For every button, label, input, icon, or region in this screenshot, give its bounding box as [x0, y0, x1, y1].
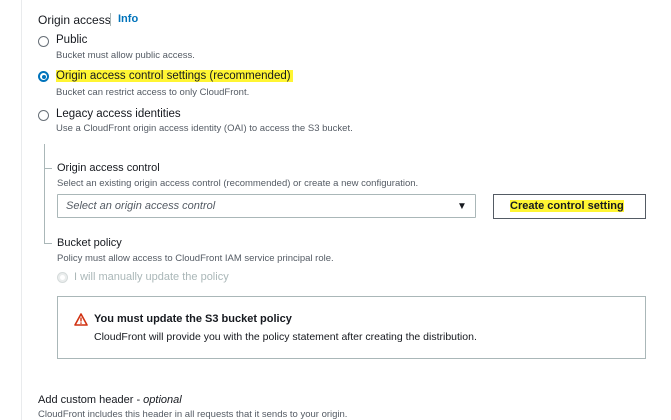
origin-access-control-select[interactable]: Select an origin access control ▼ — [57, 194, 476, 218]
radio-legacy-identities[interactable] — [38, 110, 49, 121]
custom-header-separator: - — [133, 394, 144, 406]
bucket-policy-description: Policy must allow access to CloudFront I… — [57, 253, 334, 264]
option-public-label[interactable]: Public — [56, 34, 87, 46]
manual-update-policy-label: I will manually update the policy — [74, 271, 229, 283]
info-link[interactable]: Info — [118, 13, 138, 25]
custom-header-optional: optional — [143, 394, 182, 406]
option-legacy-label[interactable]: Legacy access identities — [56, 108, 181, 120]
custom-header-title: Add custom header - optional — [38, 394, 182, 406]
tree-connector-bucket-policy — [44, 243, 52, 244]
alert-title: You must update the S3 bucket policy — [94, 313, 292, 325]
origin-access-control-label: Origin access control — [57, 162, 160, 174]
option-oac-label[interactable]: Origin access control settings (recommen… — [56, 70, 293, 82]
origin-access-control-description: Select an existing origin access control… — [57, 178, 419, 189]
custom-header-description: CloudFront includes this header in all r… — [38, 409, 348, 420]
alert-body: CloudFront will provide you with the pol… — [94, 331, 477, 343]
option-legacy-description: Use a CloudFront origin access identity … — [56, 123, 353, 134]
option-public-description: Bucket must allow public access. — [56, 50, 195, 61]
create-control-setting-label: Create control setting — [510, 200, 624, 212]
info-separator — [110, 13, 111, 26]
radio-origin-access-control[interactable] — [38, 71, 49, 82]
tree-connector-vertical — [44, 144, 45, 243]
origin-access-title: Origin access — [38, 13, 111, 27]
create-control-setting-button[interactable]: Create control setting — [493, 194, 646, 219]
custom-header-title-text: Add custom header — [38, 394, 134, 406]
radio-public[interactable] — [38, 36, 49, 47]
bucket-policy-label: Bucket policy — [57, 237, 122, 249]
bucket-policy-warning-alert: You must update the S3 bucket policy Clo… — [57, 296, 646, 359]
warning-icon — [74, 313, 88, 326]
tree-connector-oac — [44, 168, 52, 169]
select-placeholder: Select an origin access control — [66, 200, 216, 212]
caret-down-icon: ▼ — [457, 201, 467, 212]
option-oac-description: Bucket can restrict access to only Cloud… — [56, 87, 250, 98]
radio-manual-update-policy — [57, 272, 68, 283]
